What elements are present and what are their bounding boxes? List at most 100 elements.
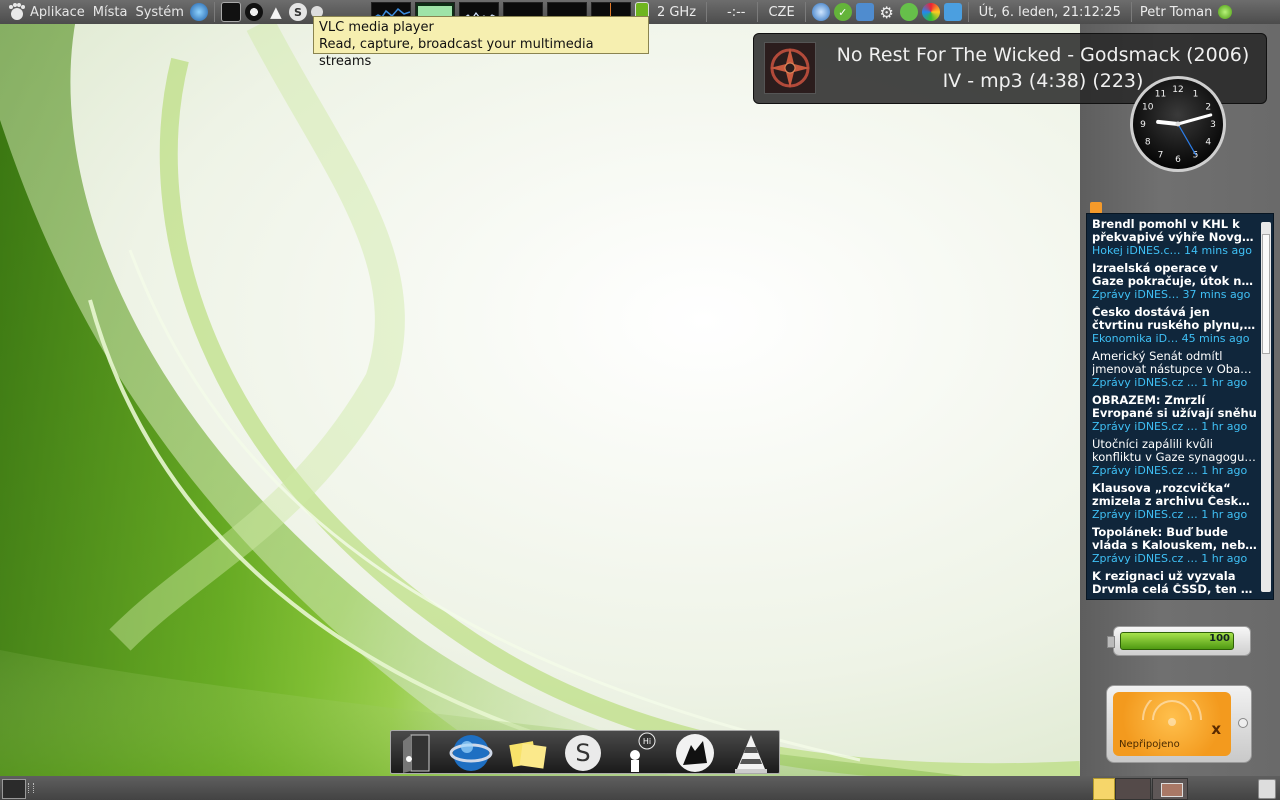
panel-separator	[706, 2, 708, 22]
rss-item-source: Zprávy iDNES.cz … 1 hr ago	[1092, 508, 1248, 521]
connection-status-label: Nepřipojeno	[1119, 739, 1180, 750]
rss-scrollbar[interactable]	[1261, 222, 1271, 592]
rss-item[interactable]: Útočníci zapálili kvůli konfliktu v Gaze …	[1087, 438, 1259, 482]
clock-number: 7	[1158, 150, 1164, 160]
messenger-hi-icon[interactable]: Hi	[617, 731, 661, 775]
rss-item-title: Topolánek: Buď bude	[1092, 526, 1228, 539]
clock-number: 11	[1155, 90, 1166, 100]
panel-separator	[804, 2, 806, 22]
disconnect-icon[interactable]: x	[1211, 720, 1221, 738]
rss-list: Brendl pomohl v KHL k překvapivé výhře No…	[1087, 218, 1259, 599]
rss-item-title: OBRAZEM: Zmrzlí	[1092, 394, 1206, 407]
workspace-window-thumb	[1161, 783, 1183, 797]
clock-number: 3	[1210, 120, 1216, 130]
rss-item-title-line2: konfliktu v Gaze synagogu …	[1092, 451, 1257, 464]
keyboard-layout-indicator[interactable]: CZE	[768, 0, 794, 24]
clock-number: 9	[1140, 120, 1146, 130]
user-status-online-icon[interactable]	[1218, 5, 1233, 19]
rss-item[interactable]: Izraelská operace v Gaze pokračuje, útok …	[1087, 262, 1259, 306]
bluetooth-network-icon[interactable]	[943, 3, 962, 21]
panel-separator	[967, 2, 969, 22]
vlc-cone-icon[interactable]	[729, 731, 773, 775]
rss-item[interactable]: Klausova „rozcvička“ zmizela z archivu Če…	[1087, 482, 1259, 526]
rss-item-title: Česko dostává jen	[1092, 306, 1210, 319]
workspace-1[interactable]	[1115, 778, 1151, 800]
status-toggle-knob[interactable]	[1238, 718, 1248, 728]
panel-drag-handle[interactable]	[28, 783, 34, 793]
clock-number: 2	[1205, 103, 1211, 113]
panel-separator	[1130, 2, 1132, 22]
rss-item[interactable]: OBRAZEM: Zmrzlí Evropané si užívají sněhu…	[1087, 394, 1259, 438]
clock-number: 6	[1175, 155, 1181, 165]
rss-item-source: Zprávy iDNES.cz … 1 hr ago	[1092, 420, 1248, 433]
rss-item-source: Zprávy iDNES.cz … 1 hr ago	[1092, 376, 1248, 389]
update-check-icon[interactable]: ✓	[833, 3, 852, 21]
menu-applications[interactable]: Aplikace	[26, 0, 89, 24]
sticky-notes-icon[interactable]	[505, 731, 549, 775]
skype-letter: S	[575, 739, 590, 767]
menu-system[interactable]: Systém	[131, 0, 187, 24]
tooltip-subtitle: Read, capture, broadcast your multimedia…	[319, 37, 594, 69]
panel-separator	[213, 2, 215, 22]
tux-icon[interactable]	[244, 3, 263, 21]
clock-number: 10	[1142, 103, 1154, 113]
battery-value: 100	[1209, 633, 1230, 644]
browser-globe-icon[interactable]	[449, 731, 493, 775]
rss-item-title-line2: Evropané si užívají sněhu	[1092, 407, 1257, 420]
rss-item-title: Útočníci zapálili kvůli	[1092, 438, 1213, 451]
rss-item-title: K rezignaci už vyzvala	[1092, 570, 1236, 583]
rss-item-source: Ekonomika iD… 45 mins ago	[1092, 332, 1250, 345]
rss-item-source: Zprávy iDNES… 37 mins ago	[1092, 288, 1251, 301]
trash-icon[interactable]	[1258, 779, 1276, 799]
clock-number: 8	[1145, 138, 1151, 148]
network-applet-icon[interactable]	[855, 3, 874, 21]
multicolor-app-icon[interactable]	[921, 3, 940, 21]
wolf-app-icon[interactable]	[673, 731, 717, 775]
tooltip-title: VLC media player	[319, 20, 434, 35]
rss-item-title: Klausova „rozcvička“	[1092, 482, 1231, 495]
skype-launcher-icon[interactable]: S	[288, 3, 307, 21]
browser-globe-icon[interactable]	[189, 3, 208, 21]
rss-scrollbar-thumb[interactable]	[1262, 234, 1270, 354]
pidgin-icon[interactable]	[811, 3, 830, 21]
clock-number: 4	[1205, 138, 1211, 148]
skype-status-widget[interactable]: x Nepřipojeno	[1106, 685, 1252, 763]
timer-display[interactable]: -:--	[727, 0, 745, 24]
rss-item-title-line2: jmenovat nástupce v Oba…	[1092, 363, 1252, 376]
terminal-icon[interactable]	[220, 2, 241, 22]
rss-item-title: Brendl pomohl v KHL k	[1092, 218, 1240, 231]
skype-icon[interactable]: S	[561, 731, 605, 775]
rss-item[interactable]: K rezignaci už vyzvala Drvmla celá ČSSD, …	[1087, 570, 1259, 599]
rss-item[interactable]: Česko dostává jen čtvrtinu ruského plynu,…	[1087, 306, 1259, 350]
rss-item-title-line2: Drvmla celá ČSSD, ten s…	[1092, 583, 1257, 596]
rss-item-title-line2: vláda s Kalouskem, neb…	[1092, 539, 1257, 552]
clock-datetime[interactable]: Út, 6. leden, 21:12:25	[979, 0, 1121, 24]
rss-item-title: Izraelská operace v	[1092, 262, 1218, 275]
rss-item-source: Zprávy iDNES.cz … 1 hr ago	[1092, 552, 1248, 565]
switch-user-icon[interactable]	[395, 731, 439, 775]
notes-applet-icon[interactable]	[1093, 778, 1115, 800]
analog-clock-widget[interactable]: 121234567891011	[1128, 74, 1228, 174]
rss-item[interactable]: Americký Senát odmítl jmenovat nástupce v…	[1087, 350, 1259, 394]
cpu-frequency[interactable]: 2 GHz	[657, 0, 696, 24]
album-art-icon	[764, 42, 816, 94]
vlc-launcher-icon[interactable]: ▲	[267, 3, 285, 21]
rss-item[interactable]: Brendl pomohl v KHL k překvapivé výhře No…	[1087, 218, 1259, 262]
messenger-badge: Hi	[643, 737, 651, 746]
workspace-2[interactable]	[1152, 778, 1188, 800]
settings-gear-icon[interactable]: ⚙	[878, 3, 896, 22]
menu-places[interactable]: Místa	[89, 0, 132, 24]
rss-news-widget[interactable]: Brendl pomohl v KHL k překvapivé výhře No…	[1086, 213, 1274, 600]
rss-item-source: Zprávy iDNES.cz … 1 hr ago	[1092, 464, 1248, 477]
clock-number: 12	[1172, 85, 1183, 95]
battery-widget[interactable]: 100	[1107, 626, 1251, 656]
vlc-tooltip: VLC media player Read, capture, broadcas…	[313, 16, 649, 69]
clock-number: 1	[1193, 90, 1199, 100]
rss-item-title-line2: překvapivé výhře Novgo…	[1092, 231, 1257, 244]
gnome-foot-icon[interactable]	[6, 0, 26, 24]
messenger-status-icon[interactable]	[899, 3, 918, 21]
rss-item[interactable]: Topolánek: Buď bude vláda s Kalouskem, ne…	[1087, 526, 1259, 570]
show-desktop-button[interactable]	[2, 779, 26, 799]
bottom-panel	[0, 776, 1280, 800]
user-name[interactable]: Petr Toman	[1140, 0, 1213, 24]
